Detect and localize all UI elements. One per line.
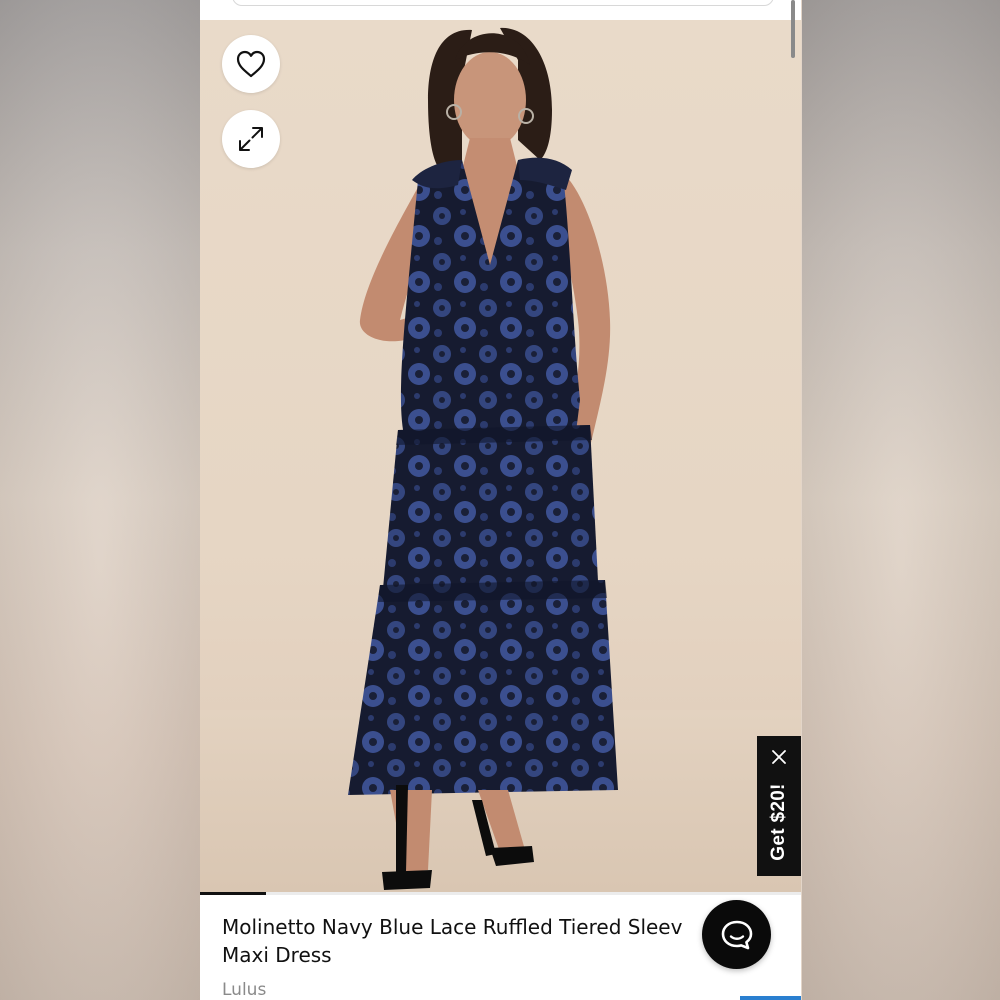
search-bar-edge[interactable] bbox=[232, 0, 774, 6]
screenshot-frame: Get $20! Molinetto Navy Blue Lace Ruffle… bbox=[0, 0, 1000, 1000]
promo-tab[interactable]: Get $20! bbox=[757, 736, 801, 876]
heart-icon bbox=[236, 50, 266, 78]
close-icon[interactable] bbox=[770, 748, 788, 766]
gallery-progress-fill bbox=[200, 892, 267, 895]
gallery-progress-bar bbox=[200, 892, 801, 895]
model-illustration bbox=[348, 27, 618, 890]
expand-icon bbox=[239, 127, 263, 151]
product-title-line-1: Molinetto Navy Blue Lace Ruffled Tiered … bbox=[222, 915, 683, 939]
favorite-button[interactable] bbox=[222, 35, 280, 93]
product-title-line-2: Maxi Dress bbox=[222, 943, 332, 967]
product-page: Get $20! Molinetto Navy Blue Lace Ruffle… bbox=[200, 0, 801, 1000]
brand-name[interactable]: Lulus bbox=[222, 980, 266, 1000]
bottom-accent-bar bbox=[740, 996, 801, 1000]
top-bar bbox=[200, 0, 801, 20]
chat-button[interactable] bbox=[702, 900, 771, 969]
blurred-background-right bbox=[802, 0, 1000, 1000]
scrollbar[interactable] bbox=[791, 0, 795, 58]
product-image[interactable]: Get $20! bbox=[200, 20, 801, 892]
promo-label[interactable]: Get $20! bbox=[768, 783, 790, 860]
blurred-background-left bbox=[0, 0, 200, 1000]
chat-bubble-icon bbox=[721, 920, 752, 949]
product-title: Molinetto Navy Blue Lace Ruffled Tiered … bbox=[222, 913, 742, 969]
expand-image-button[interactable] bbox=[222, 110, 280, 168]
